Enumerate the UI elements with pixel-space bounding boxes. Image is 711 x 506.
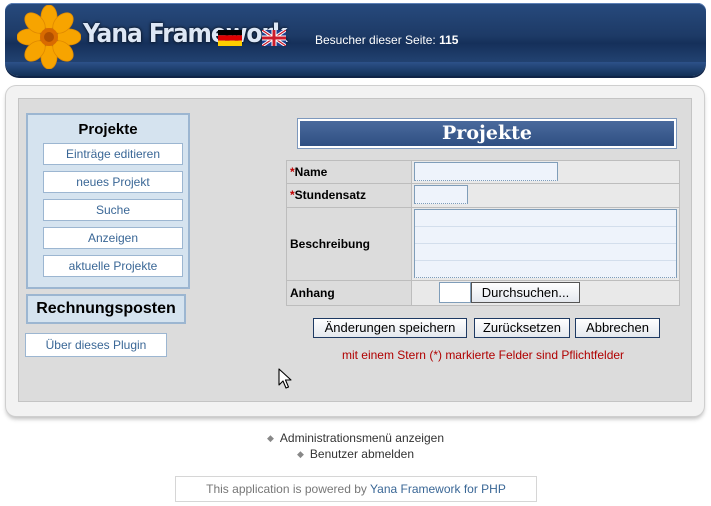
diamond-bullet-icon: ◆ [297, 449, 304, 459]
name-input[interactable] [414, 162, 558, 181]
menu-item-new-project[interactable]: neues Projekt [43, 171, 183, 193]
admin-menu-text: Administrationsmenü anzeigen [279, 431, 444, 445]
description-textarea[interactable] [414, 209, 677, 278]
footer-logout-link[interactable]: ◆ Benutzer abmelden [0, 447, 711, 461]
browse-button[interactable]: Durchsuchen... [471, 282, 580, 303]
header-banner: Yana Framework Besucher dieser Seite: 11… [5, 3, 706, 76]
menu-item-search[interactable]: Suche [43, 199, 183, 221]
rate-label-text: Stundensatz [294, 188, 367, 202]
menu-item-invoice-items[interactable]: Rechnungsposten [26, 294, 186, 324]
footer-admin-menu-link[interactable]: ◆ Administrationsmenü anzeigen [0, 431, 711, 445]
visitor-counter-label: Besucher dieser Seite: [315, 33, 436, 47]
form-header: Projekte [297, 118, 677, 149]
visitor-counter: Besucher dieser Seite: 115 [315, 33, 458, 47]
mouse-cursor-icon [278, 368, 292, 389]
powered-by-box: This application is powered by Yana Fram… [175, 476, 537, 502]
form-title: Projekte [300, 121, 674, 146]
attachment-file-input[interactable] [439, 282, 471, 303]
description-label: Beschreibung [286, 207, 412, 281]
cancel-button[interactable]: Abbrechen [575, 318, 660, 338]
powered-by-text: This application is powered by [206, 482, 367, 496]
projects-menu-title: Projekte [78, 121, 138, 138]
reset-button[interactable]: Zurücksetzen [474, 318, 570, 338]
header-base [5, 62, 706, 76]
rate-label: *Stundensatz [286, 183, 412, 208]
visitor-counter-value: 115 [439, 33, 459, 47]
required-fields-note: mit einem Stern (*) markierte Felder sin… [341, 348, 625, 362]
flower-logo-icon [17, 5, 81, 69]
attachment-label: Anhang [286, 280, 412, 306]
menu-item-show[interactable]: Anzeigen [43, 227, 183, 249]
diamond-bullet-icon: ◆ [266, 433, 274, 443]
uk-flag-icon[interactable] [262, 30, 286, 46]
projects-menu: Projekte Einträge editieren neues Projek… [26, 113, 190, 289]
rate-input[interactable] [414, 185, 468, 204]
menu-item-current-projects[interactable]: aktuelle Projekte [43, 255, 183, 277]
logout-text: Benutzer abmelden [309, 447, 414, 461]
logo-text: Yana Framework [83, 19, 288, 49]
name-label: *Name [286, 160, 412, 184]
about-plugin-button[interactable]: Über dieses Plugin [25, 333, 167, 357]
powered-by-link[interactable]: Yana Framework for PHP [370, 482, 506, 496]
menu-item-edit-entries[interactable]: Einträge editieren [43, 143, 183, 165]
name-label-text: Name [294, 165, 328, 179]
german-flag-icon[interactable] [218, 30, 242, 46]
save-changes-button[interactable]: Änderungen speichern [313, 318, 467, 338]
